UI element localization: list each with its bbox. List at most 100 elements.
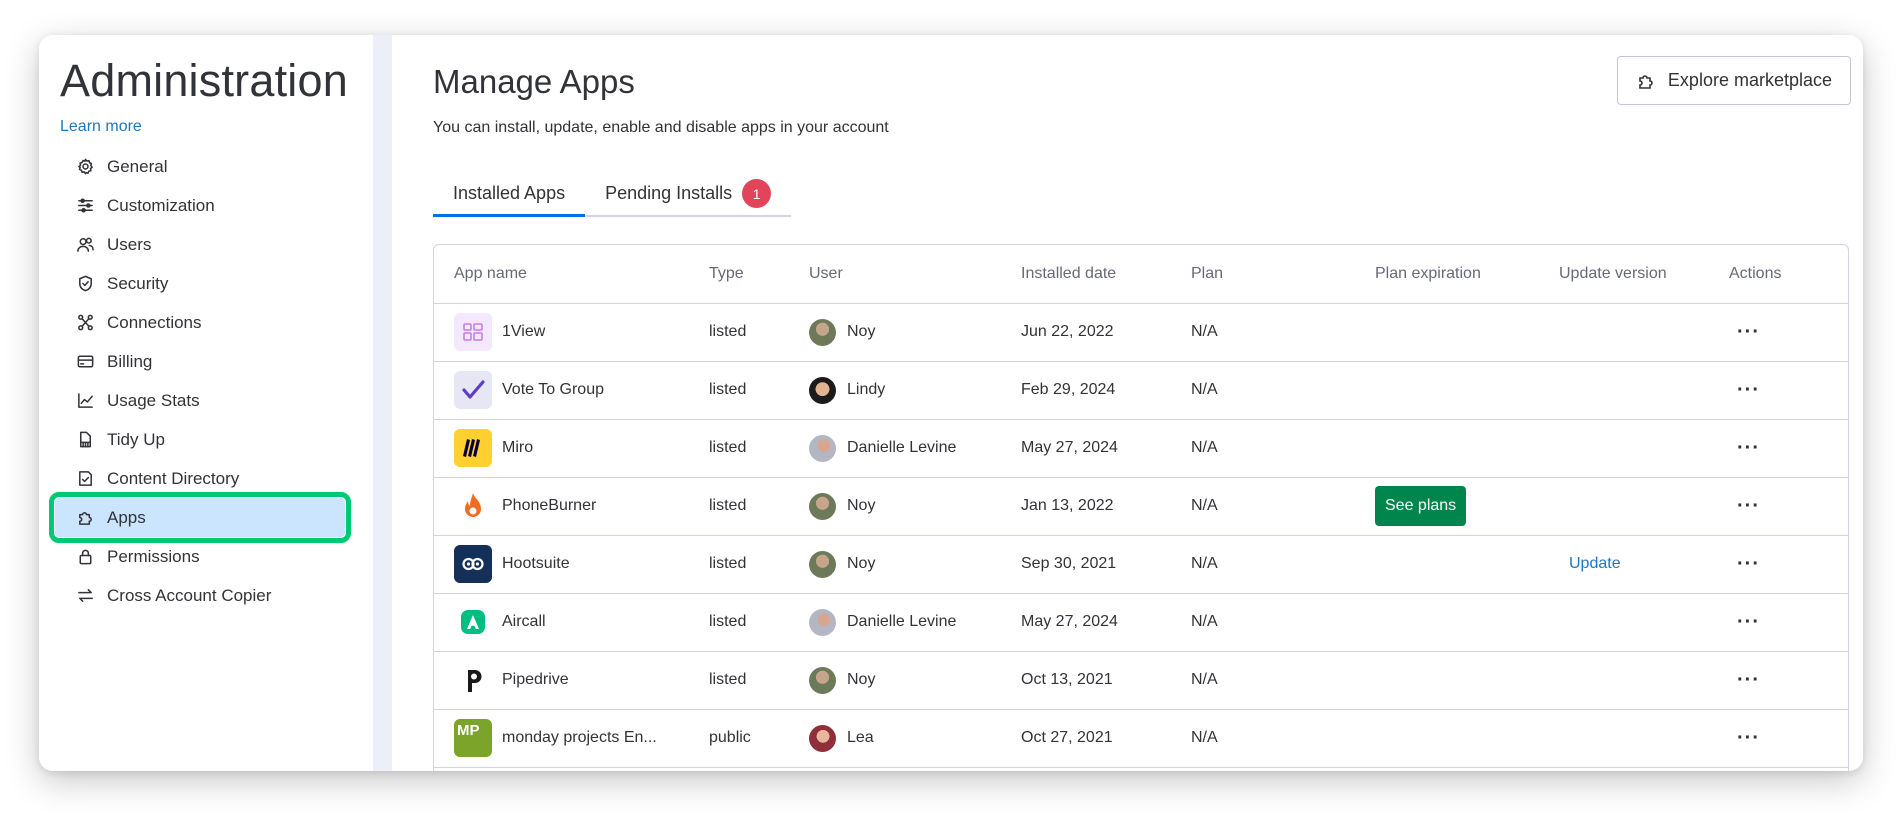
column-header-plan-expiration[interactable]: Plan expiration (1355, 245, 1539, 304)
explore-marketplace-button[interactable]: Explore marketplace (1616, 56, 1851, 105)
update-version (1539, 303, 1709, 362)
app-name: Miro (502, 439, 534, 456)
pending-count-badge: 1 (742, 179, 772, 208)
table-row[interactable]: Hootsuite listed Noy Sep 30, 2021 N/A Up… (434, 535, 1848, 594)
column-header-actions: Actions (1709, 245, 1848, 304)
update-link[interactable]: Update (1559, 555, 1621, 572)
sidebar-item-label: Content Directory (107, 468, 240, 488)
apps-table: App name Type User Installed date Plan P… (433, 244, 1849, 771)
table-row[interactable]: 1View listed Noy Jun 22, 2022 N/A ··· (434, 303, 1848, 362)
sidebar-item-permissions[interactable]: Permissions (55, 537, 345, 576)
see-plans-button[interactable]: See plans (1375, 486, 1467, 526)
table-row[interactable]: Miro listed Danielle Levine May 27, 2024… (434, 419, 1848, 478)
sidebar-item-cross-account-copier[interactable]: Cross Account Copier (55, 576, 345, 615)
logo-text: MP (457, 722, 480, 739)
sidebar-item-security[interactable]: Security (55, 264, 345, 303)
table-row[interactable]: MP monday projects En... public Lea Oct … (434, 709, 1848, 768)
avatar (809, 318, 836, 346)
app-name: Vote To Group (502, 381, 604, 398)
pipedrive-logo (454, 661, 492, 699)
sidebar-item-content-directory[interactable]: Content Directory (55, 459, 345, 498)
avatar (809, 550, 836, 578)
column-header-user[interactable]: User (789, 245, 1001, 304)
table-row[interactable]: Aircall listed Danielle Levine May 27, 2… (434, 593, 1848, 652)
sidebar-item-users[interactable]: Users (55, 225, 345, 264)
1view-logo (454, 313, 492, 351)
sidebar-item-label: Usage Stats (107, 390, 200, 410)
plan-expiration (1355, 419, 1539, 478)
more-actions-icon[interactable]: ··· (1729, 728, 1760, 748)
app-type: listed (689, 419, 789, 478)
installed-date: Feb 29, 2024 (1001, 361, 1171, 420)
puzzle-icon (1639, 74, 1653, 89)
installed-date: Oct 27, 2021 (1001, 709, 1171, 768)
more-actions-icon[interactable]: ··· (1729, 670, 1760, 690)
plan-expiration (1355, 593, 1539, 652)
sidebar-item-customization[interactable]: Customization (55, 186, 345, 225)
chart-icon (75, 391, 95, 411)
installed-date: May 27, 2024 (1001, 419, 1171, 478)
plan: N/A (1171, 709, 1355, 768)
column-header-type[interactable]: Type (689, 245, 789, 304)
table-row[interactable]: Pipedrive listed Noy Oct 13, 2021 N/A ··… (434, 651, 1848, 710)
app-name: Aircall (502, 613, 546, 630)
sidebar-item-label: Billing (107, 351, 153, 371)
admin-window: Administration Learn more General Custom… (39, 35, 1863, 771)
app-type: listed (689, 651, 789, 710)
tab-pending-installs[interactable]: Pending Installs 1 (585, 172, 791, 215)
app-name: Hootsuite (502, 555, 570, 572)
sidebar-item-label: Customization (107, 195, 215, 215)
table-row[interactable]: PhoneBurner listed Noy Jan 13, 2022 N/A … (434, 477, 1848, 536)
column-header-update-version[interactable]: Update version (1539, 245, 1709, 304)
broom-icon (75, 430, 95, 450)
app-name: PhoneBurner (502, 497, 597, 514)
sidebar-item-general[interactable]: General (55, 147, 345, 186)
more-actions-icon[interactable]: ··· (1729, 438, 1760, 458)
aircall-logo (454, 603, 492, 641)
more-actions-icon[interactable]: ··· (1729, 380, 1760, 400)
sidebar: Administration Learn more General Custom… (39, 35, 373, 771)
more-actions-icon[interactable]: ··· (1729, 496, 1760, 516)
plan: N/A (1171, 361, 1355, 420)
plan: N/A (1171, 419, 1355, 478)
miro-logo (454, 429, 492, 467)
sidebar-nav: General Customization Users Security Con… (49, 147, 351, 615)
update-version (1539, 477, 1709, 536)
tab-label: Installed Apps (453, 183, 566, 203)
column-header-installed-date[interactable]: Installed date (1001, 245, 1171, 304)
learn-more-link[interactable]: Learn more (60, 118, 142, 136)
connections-icon (75, 313, 95, 333)
main-content: Manage Apps You can install, update, ena… (392, 35, 1863, 771)
page-subtitle: You can install, update, enable and disa… (433, 119, 889, 136)
tabs: Installed Apps Pending Installs 1 (433, 172, 792, 217)
plan: N/A (1171, 477, 1355, 536)
monday-projects-logo: MP (454, 719, 492, 757)
more-actions-icon[interactable]: ··· (1729, 554, 1760, 574)
column-header-app-name[interactable]: App name (434, 245, 689, 304)
more-actions-icon[interactable]: ··· (1729, 612, 1760, 632)
plan-expiration (1355, 651, 1539, 710)
app-type: listed (689, 361, 789, 420)
sidebar-item-label: Apps (107, 507, 146, 527)
avatar (809, 492, 836, 520)
column-header-plan[interactable]: Plan (1171, 245, 1355, 304)
sidebar-item-label: Connections (107, 312, 202, 332)
tab-installed-apps[interactable]: Installed Apps (433, 172, 586, 217)
sidebar-item-apps[interactable]: Apps (49, 492, 351, 543)
update-version (1539, 361, 1709, 420)
avatar (809, 608, 836, 636)
hootsuite-logo (454, 545, 492, 583)
sidebar-item-tidy-up[interactable]: Tidy Up (55, 420, 345, 459)
swap-arrows-icon (75, 586, 95, 606)
more-actions-icon[interactable]: ··· (1729, 322, 1760, 342)
table-row[interactable]: Vote To Group listed Lindy Feb 29, 2024 … (434, 361, 1848, 420)
sidebar-item-label: Cross Account Copier (107, 585, 272, 605)
sidebar-item-billing[interactable]: Billing (55, 342, 345, 381)
plan-expiration (1355, 709, 1539, 768)
user-name: Noy (847, 497, 876, 514)
plan: N/A (1171, 303, 1355, 362)
sidebar-item-usage-stats[interactable]: Usage Stats (55, 381, 345, 420)
sidebar-item-connections[interactable]: Connections (55, 303, 345, 342)
app-type: listed (689, 593, 789, 652)
plan: N/A (1171, 651, 1355, 710)
